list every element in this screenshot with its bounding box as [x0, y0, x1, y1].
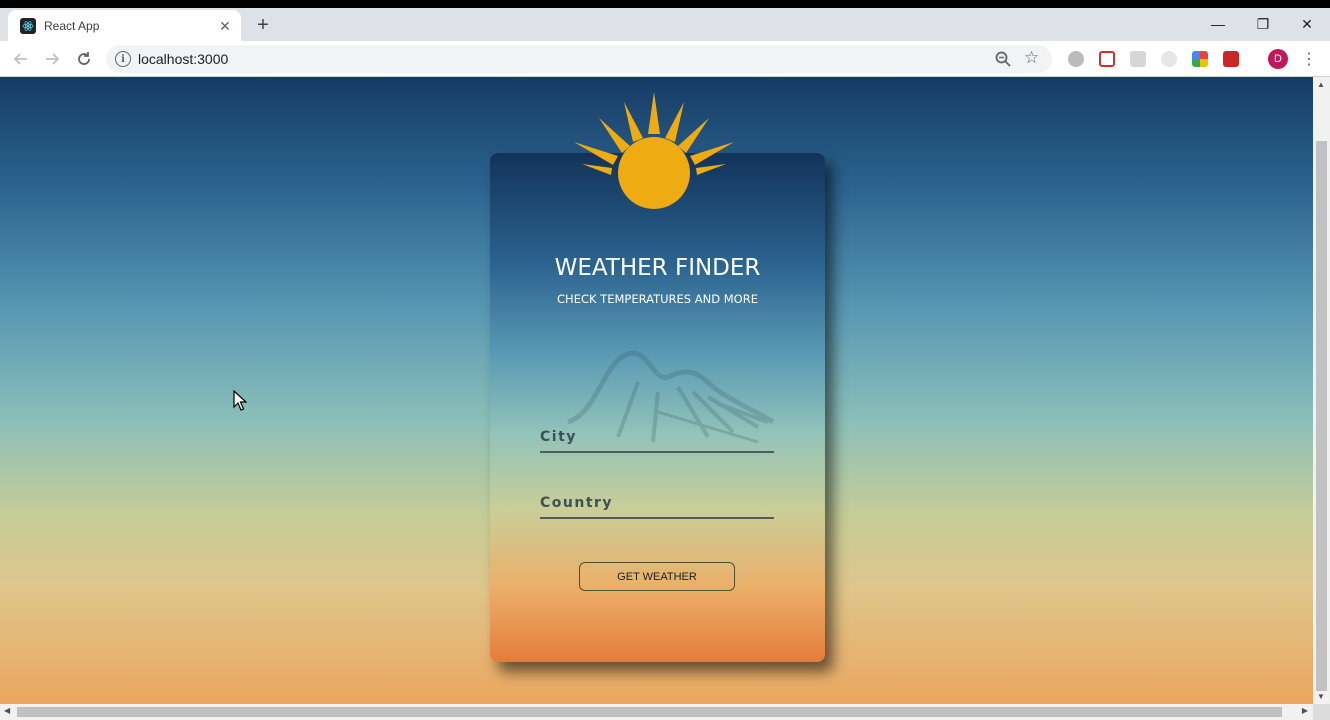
zoom-icon[interactable]	[994, 50, 1012, 68]
country-input[interactable]	[540, 489, 774, 519]
horizontal-scroll-thumb[interactable]	[17, 707, 1282, 717]
get-weather-button[interactable]: GET WEATHER	[579, 562, 735, 591]
mountain-watermark-icon	[567, 350, 775, 444]
extension-1-icon[interactable]	[1068, 51, 1084, 67]
address-bar[interactable]: i localhost:3000 ☆	[106, 45, 1052, 73]
extension-color-icon[interactable]	[1192, 51, 1208, 67]
browser-menu-icon[interactable]: ⋮	[1300, 49, 1318, 69]
mouse-cursor-icon	[233, 390, 247, 411]
vertical-scrollbar[interactable]: ▲ ▼	[1313, 77, 1330, 704]
extension-6-icon[interactable]	[1223, 51, 1239, 67]
reload-icon[interactable]	[72, 47, 96, 71]
url-text: localhost:3000	[138, 51, 229, 67]
sun-logo-icon	[574, 92, 734, 209]
tab-title: React App	[44, 18, 100, 33]
scroll-up-icon[interactable]: ▲	[1317, 80, 1325, 89]
extension-4-icon[interactable]	[1161, 51, 1177, 67]
page-viewport: WEATHER FINDER CHECK TEMPERATURES AND MO…	[0, 77, 1313, 704]
horizontal-scrollbar[interactable]: ◀ ▶	[0, 704, 1313, 720]
extension-pocket-icon[interactable]	[1099, 51, 1115, 67]
minimize-button[interactable]: —	[1198, 12, 1238, 36]
vertical-scroll-thumb[interactable]	[1316, 141, 1327, 691]
profile-avatar[interactable]: D	[1268, 49, 1288, 69]
scroll-right-icon[interactable]: ▶	[1302, 706, 1308, 715]
tab-strip: React App ✕ + — ❐ ✕	[0, 8, 1330, 41]
extension-3-icon[interactable]	[1130, 51, 1146, 67]
back-icon[interactable]	[9, 47, 33, 71]
window-close-button[interactable]: ✕	[1287, 12, 1327, 36]
info-icon[interactable]: i	[115, 51, 131, 67]
tab-react-app[interactable]: React App ✕	[8, 10, 241, 41]
scrollbar-corner	[1313, 704, 1330, 720]
browser-toolbar: i localhost:3000 ☆ D ⋮	[0, 41, 1330, 77]
tab-close-icon[interactable]: ✕	[217, 18, 233, 34]
forward-icon[interactable]	[40, 47, 64, 71]
restore-button[interactable]: ❐	[1243, 12, 1283, 36]
scroll-down-icon[interactable]: ▼	[1317, 692, 1325, 701]
new-tab-button[interactable]: +	[252, 14, 274, 36]
scroll-left-icon[interactable]: ◀	[4, 706, 10, 715]
react-favicon-icon	[20, 17, 36, 34]
star-icon[interactable]: ☆	[1024, 48, 1039, 68]
page-subtitle: CHECK TEMPERATURES AND MORE	[557, 292, 758, 306]
screen-top-edge	[0, 0, 1330, 8]
page-title: WEATHER FINDER	[554, 255, 761, 281]
